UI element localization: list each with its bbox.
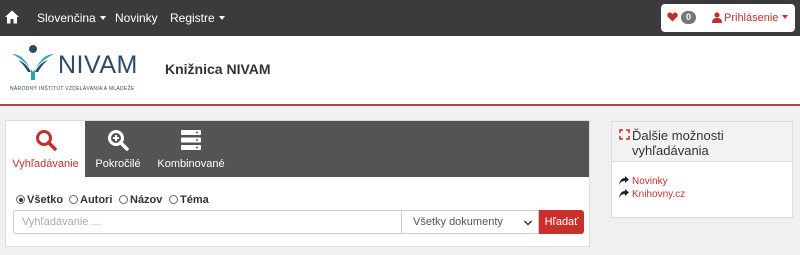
search-tabs: Vyhľadávanie Pokročilé Kombinované: [6, 121, 589, 177]
login-menu[interactable]: Prihlásenie: [724, 11, 789, 25]
radio-topic-label: Téma: [180, 194, 209, 206]
document-type-value: Všetky dokumenty: [413, 216, 503, 228]
nivam-logo-icon[interactable]: [10, 44, 56, 82]
header-divider: [0, 104, 800, 106]
server-stack-icon: [181, 130, 201, 150]
chevron-down-icon: [524, 220, 532, 226]
radio-unchecked-icon: [169, 195, 178, 204]
radio-title-label: Názov: [130, 194, 163, 206]
search-panel: Vyhľadávanie Pokročilé Kombinované Všetk…: [5, 120, 590, 247]
nav-news[interactable]: Novinky: [115, 0, 158, 36]
language-label: Slovenčina: [37, 11, 96, 25]
zoom-in-icon: [108, 130, 129, 151]
radio-unchecked-icon: [119, 195, 128, 204]
home-icon[interactable]: [4, 9, 20, 25]
chevron-down-icon: [782, 15, 789, 20]
radio-topic[interactable]: Téma: [169, 194, 209, 206]
radio-authors[interactable]: Autori: [69, 194, 112, 206]
radio-unchecked-icon: [69, 195, 78, 204]
expand-icon: [619, 129, 630, 140]
link-news[interactable]: Novinky: [619, 176, 668, 187]
tab-search-label: Vyhľadávanie: [12, 158, 79, 170]
document-type-select[interactable]: Všetky dokumenty: [401, 210, 539, 234]
radio-title[interactable]: Názov: [119, 194, 162, 206]
more-options-header: Ďalšie možnosti vyhľadávania: [612, 122, 792, 162]
radio-authors-label: Autori: [80, 194, 113, 206]
more-options-title: Ďalšie možnosti vyhľadávania: [632, 128, 724, 158]
link-news-label: Novinky: [632, 176, 668, 187]
tab-advanced[interactable]: Pokročilé: [85, 121, 151, 177]
heart-icon[interactable]: [667, 12, 678, 22]
link-knihovny[interactable]: Knihovny.cz: [619, 189, 685, 200]
tab-combined[interactable]: Kombinované: [151, 121, 231, 177]
radio-all-label: Všetko: [27, 194, 64, 206]
share-arrow-icon: [619, 176, 629, 185]
search-input[interactable]: Vyhľadávanie ...: [13, 210, 402, 234]
tab-search[interactable]: Vyhľadávanie: [6, 121, 85, 177]
link-knihovny-label: Knihovny.cz: [632, 189, 686, 200]
page-title: Knižnica NIVAM: [165, 61, 271, 77]
language-menu[interactable]: Slovenčina: [37, 0, 106, 36]
radio-all[interactable]: Všetko: [16, 194, 63, 206]
registers-menu[interactable]: Registre: [170, 0, 225, 36]
user-box: 0 Prihlásenie: [661, 4, 795, 32]
search-button[interactable]: Hľadať: [539, 210, 584, 234]
favorites-badge[interactable]: 0: [681, 11, 696, 24]
logo-text[interactable]: NIVAM: [58, 50, 138, 80]
login-label: Prihlásenie: [724, 12, 779, 24]
search-icon: [35, 130, 57, 151]
radio-checked-icon: [16, 195, 25, 204]
chevron-down-icon: [218, 15, 225, 20]
tab-advanced-label: Pokročilé: [95, 158, 141, 170]
top-navbar: Slovenčina Novinky Registre 0 Prihláseni…: [0, 0, 800, 36]
tab-combined-label: Kombinované: [157, 158, 225, 170]
share-arrow-icon: [619, 189, 629, 198]
chevron-down-icon: [99, 15, 106, 20]
registers-label: Registre: [170, 11, 215, 25]
more-options-panel: Ďalšie možnosti vyhľadávania Novinky Kni…: [611, 121, 793, 218]
logo-subtitle: NÁRODNÝ INŠTITÚT VZDELÁVANIA A MLÁDEŽE: [10, 86, 135, 92]
user-icon: [712, 12, 722, 23]
